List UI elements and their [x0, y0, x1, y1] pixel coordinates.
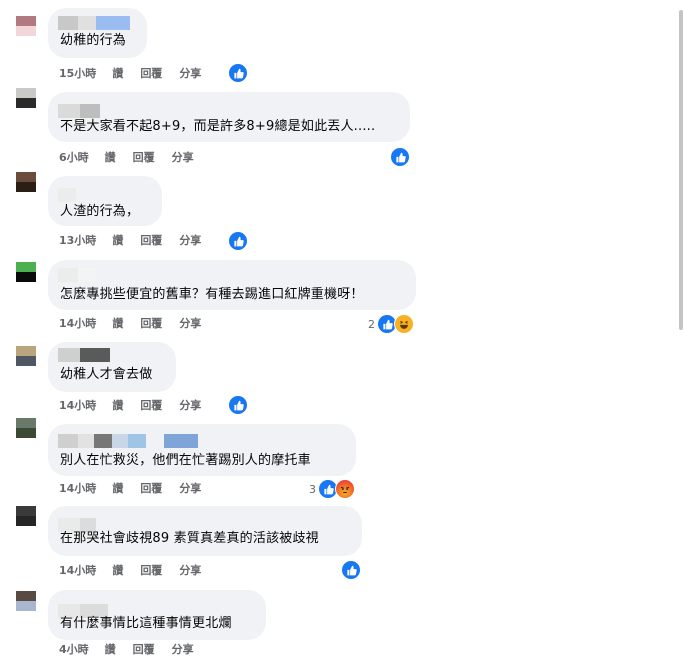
author-name-blurred[interactable]: [58, 188, 76, 202]
reply-button[interactable]: 回覆: [140, 66, 162, 82]
share-button[interactable]: 分享: [179, 316, 201, 332]
comment-bubble: 在那哭社會歧視89 素質真差真的活該被歧視: [48, 506, 362, 556]
reply-button[interactable]: 回覆: [140, 398, 162, 414]
like-button[interactable]: 讚: [112, 66, 123, 82]
share-button[interactable]: 分享: [179, 481, 201, 497]
author-name-blurred[interactable]: [58, 348, 110, 362]
like-icon: [341, 560, 361, 580]
comment-actions: 14小時 讚 回覆 分享: [59, 316, 218, 332]
comment-timestamp[interactable]: 13小時: [59, 233, 96, 249]
avatar[interactable]: [16, 346, 36, 366]
reply-button[interactable]: 回覆: [133, 150, 155, 166]
share-button[interactable]: 分享: [179, 233, 201, 249]
comment-timestamp[interactable]: 14小時: [59, 563, 96, 579]
avatar[interactable]: [16, 16, 36, 36]
like-button[interactable]: 讚: [105, 150, 116, 166]
comment-text: 有什麼事情比這種事情更北爛: [60, 616, 232, 631]
comment-text: 人渣的行為，: [60, 204, 140, 219]
comment-actions: 15小時 讚 回覆 分享: [59, 66, 218, 82]
reply-button[interactable]: 回覆: [140, 233, 162, 249]
reply-button[interactable]: 回覆: [133, 642, 155, 658]
comment-actions: 14小時 讚 回覆 分享: [59, 398, 218, 414]
reaction-summary[interactable]: [341, 560, 361, 580]
author-name-blurred[interactable]: [58, 268, 96, 282]
comment-bubble: 不是大家看不起8+9，而是許多8+9總是如此丟人.....: [48, 92, 410, 142]
comment-timestamp[interactable]: 14小時: [59, 481, 96, 497]
reply-button[interactable]: 回覆: [140, 563, 162, 579]
like-button[interactable]: 讚: [112, 563, 123, 579]
avatar[interactable]: [16, 506, 36, 526]
comment-actions: 14小時 讚 回覆 分享: [59, 563, 218, 579]
avatar[interactable]: [16, 172, 36, 192]
comment-actions: 14小時 讚 回覆 分享: [59, 481, 218, 497]
comment-timestamp[interactable]: 14小時: [59, 398, 96, 414]
like-icon: [228, 231, 248, 251]
comment-bubble: 幼稚人才會去做: [48, 342, 176, 392]
comment-actions: 13小時 讚 回覆 分享: [59, 233, 218, 249]
reaction-summary[interactable]: [228, 63, 248, 83]
like-icon: [390, 147, 410, 167]
reaction-count: 3: [309, 482, 316, 496]
like-button[interactable]: 讚: [112, 233, 123, 249]
like-button[interactable]: 讚: [112, 398, 123, 414]
comment-timestamp[interactable]: 14小時: [59, 316, 96, 332]
comment-bubble: 人渣的行為，: [48, 176, 162, 226]
angry-icon: [335, 479, 355, 499]
like-icon: [228, 63, 248, 83]
comment-bubble: 怎麼專挑些便宜的舊車？有種去踢進口紅牌重機呀！: [48, 260, 416, 310]
comment-timestamp[interactable]: 4小時: [59, 642, 89, 658]
share-button[interactable]: 分享: [179, 398, 201, 414]
reaction-summary[interactable]: [228, 231, 248, 251]
comment-actions: 4小時 讚 回覆 分享: [59, 642, 211, 658]
reaction-summary[interactable]: [228, 395, 248, 415]
haha-icon: [394, 314, 414, 334]
like-button[interactable]: 讚: [112, 316, 123, 332]
like-button[interactable]: 讚: [105, 642, 116, 658]
reaction-summary[interactable]: [390, 147, 410, 167]
share-button[interactable]: 分享: [172, 150, 194, 166]
reply-button[interactable]: 回覆: [140, 481, 162, 497]
avatar[interactable]: [16, 88, 36, 108]
avatar[interactable]: [16, 591, 36, 611]
comment-text: 怎麼專挑些便宜的舊車？有種去踢進口紅牌重機呀！: [60, 287, 364, 302]
reaction-count: 2: [368, 317, 375, 331]
comment-timestamp[interactable]: 15小時: [59, 66, 96, 82]
reply-button[interactable]: 回覆: [140, 316, 162, 332]
avatar[interactable]: [16, 418, 36, 438]
comment-actions: 6小時 讚 回覆 分享: [59, 150, 211, 166]
share-button[interactable]: 分享: [172, 642, 194, 658]
author-name-blurred[interactable]: [58, 16, 130, 30]
like-button[interactable]: 讚: [112, 481, 123, 497]
reaction-summary[interactable]: 3: [309, 479, 355, 499]
comment-text: 別人在忙救災，他們在忙著踢別人的摩托車: [60, 453, 311, 468]
share-button[interactable]: 分享: [179, 563, 201, 579]
comment-text: 幼稚人才會去做: [60, 367, 153, 382]
scrollbar[interactable]: [679, 0, 683, 659]
comment-bubble: 別人在忙救災，他們在忙著踢別人的摩托車: [48, 424, 356, 476]
author-name-blurred[interactable]: [58, 434, 198, 448]
share-button[interactable]: 分享: [179, 66, 201, 82]
comment-timestamp[interactable]: 6小時: [59, 150, 89, 166]
author-name-blurred[interactable]: [58, 104, 100, 118]
comment-text: 不是大家看不起8+9，而是許多8+9總是如此丟人.....: [60, 119, 376, 134]
comment-bubble: 有什麼事情比這種事情更北爛: [48, 590, 266, 640]
like-icon: [228, 395, 248, 415]
avatar[interactable]: [16, 262, 36, 282]
comment-bubble: 幼稚的行為: [48, 8, 147, 58]
comment-text: 在那哭社會歧視89 素質真差真的活該被歧視: [60, 531, 319, 546]
reaction-summary[interactable]: 2: [368, 314, 414, 334]
scrollbar-thumb[interactable]: [679, 10, 683, 330]
comment-text: 幼稚的行為: [60, 33, 127, 48]
